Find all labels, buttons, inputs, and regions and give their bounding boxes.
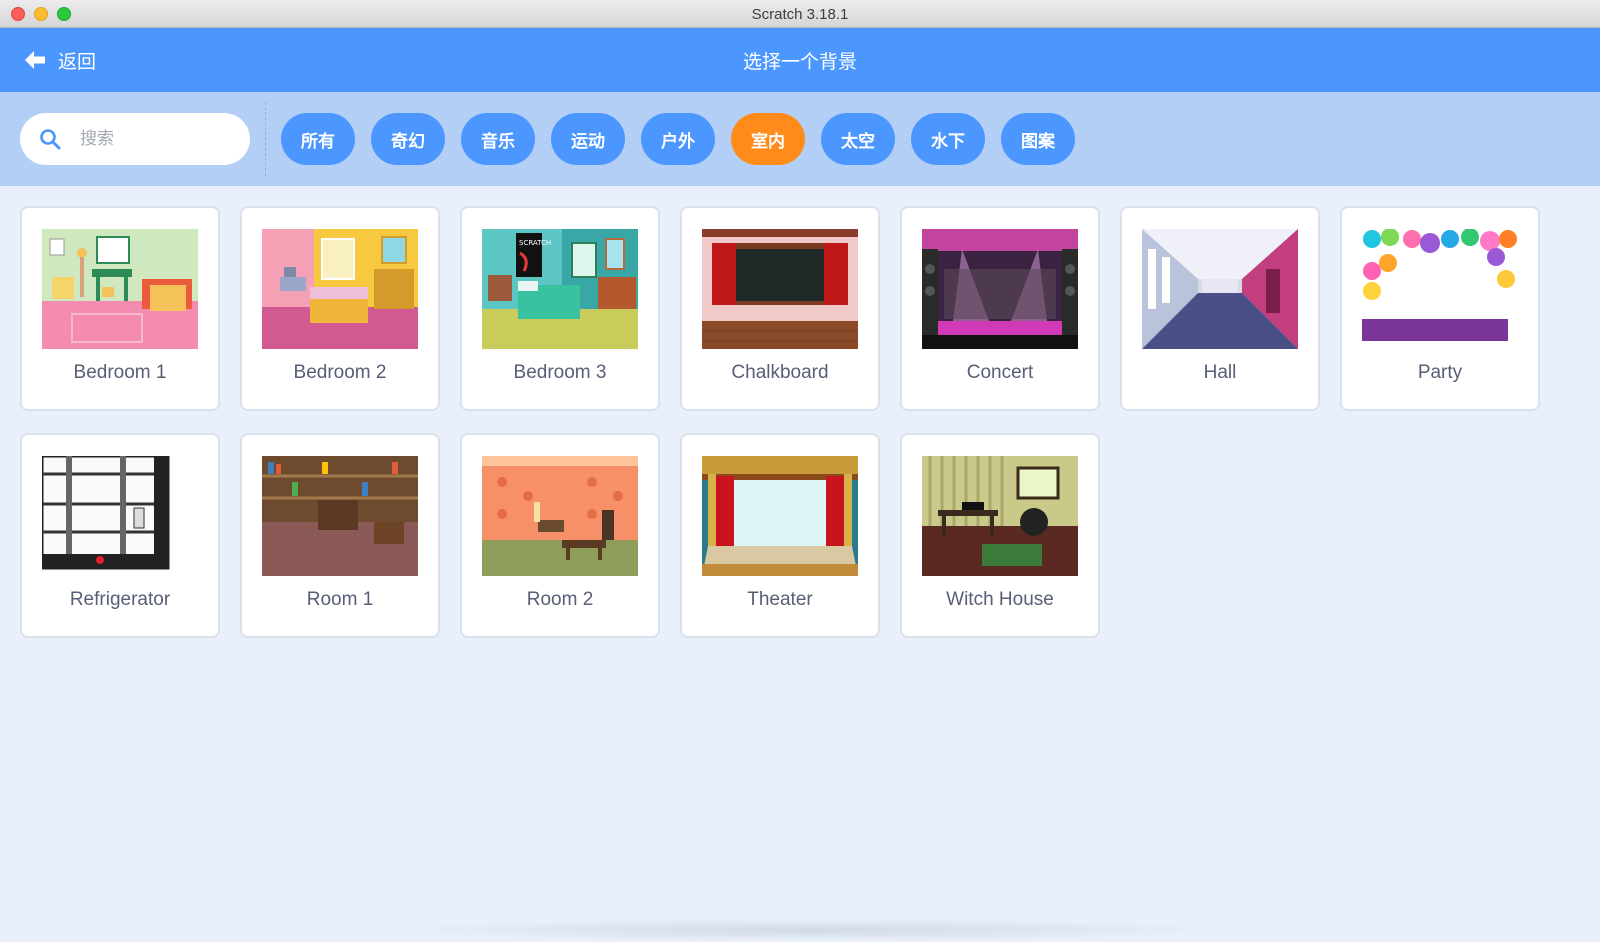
backdrop-name: Refrigerator [69, 589, 171, 610]
filter-bar: 所有 奇幻 音乐 运动 户外 室内 太空 水下 图案 [0, 92, 1600, 186]
backdrop-card-witch-house[interactable]: Witch House [900, 433, 1100, 638]
backdrop-name: Bedroom 3 [513, 362, 607, 383]
refrigerator-thumbnail [42, 456, 198, 576]
tag-space[interactable]: 太空 [821, 113, 895, 165]
backdrop-name: Party [1417, 362, 1463, 383]
concert-thumbnail [922, 229, 1078, 349]
backdrop-name: Bedroom 2 [293, 362, 387, 383]
backdrop-name: Room 1 [306, 589, 374, 610]
room-1-thumbnail [262, 456, 418, 576]
search-input[interactable] [80, 129, 220, 149]
bedroom-3-thumbnail: SCRATCH [482, 229, 638, 349]
bedroom-1-thumbnail [42, 229, 198, 349]
backdrop-card-bedroom-2[interactable]: Bedroom 2 [240, 206, 440, 411]
tag-fantasy[interactable]: 奇幻 [371, 113, 445, 165]
backdrop-name: Theater [747, 589, 813, 610]
filter-divider [265, 102, 266, 176]
window-titlebar: Scratch 3.18.1 [0, 0, 1600, 28]
tag-outdoors[interactable]: 户外 [641, 113, 715, 165]
bottom-shadow [380, 918, 1240, 942]
backdrop-card-refrigerator[interactable]: Refrigerator [20, 433, 220, 638]
backdrop-card-room-1[interactable]: Room 1 [240, 433, 440, 638]
chalkboard-thumbnail [702, 229, 858, 349]
hall-thumbnail [1142, 229, 1298, 349]
backdrop-grid: Bedroom 1 Bedroom 2 SCRATCH Bedroom 3 Ch… [20, 206, 1540, 638]
backdrop-card-bedroom-3[interactable]: SCRATCH Bedroom 3 [460, 206, 660, 411]
backdrop-name: Room 2 [526, 589, 594, 610]
party-thumbnail [1362, 229, 1518, 349]
page-title: 选择一个背景 [742, 51, 857, 73]
backdrop-card-chalkboard[interactable]: Chalkboard [680, 206, 880, 411]
tag-sports[interactable]: 运动 [551, 113, 625, 165]
backdrop-card-party[interactable]: Party [1340, 206, 1540, 411]
backdrop-name: Witch House [946, 589, 1054, 610]
library-header: 返回 选择一个背景 [0, 28, 1600, 92]
window-title: Scratch 3.18.1 [751, 6, 849, 23]
svg-text:SCRATCH: SCRATCH [519, 239, 551, 247]
backdrop-card-room-2[interactable]: Room 2 [460, 433, 660, 638]
theater-thumbnail [702, 456, 858, 576]
tag-all[interactable]: 所有 [281, 113, 355, 165]
backdrop-card-bedroom-1[interactable]: Bedroom 1 [20, 206, 220, 411]
witch-house-thumbnail [922, 456, 1078, 576]
backdrop-name: Bedroom 1 [73, 362, 167, 383]
tag-underwater[interactable]: 水下 [911, 113, 985, 165]
search-box[interactable] [20, 113, 250, 165]
backdrop-name: Chalkboard [731, 362, 829, 383]
backdrop-card-hall[interactable]: Hall [1120, 206, 1320, 411]
search-icon [40, 129, 61, 150]
tag-patterns[interactable]: 图案 [1001, 113, 1075, 165]
tag-indoors[interactable]: 室内 [731, 113, 805, 165]
backdrop-name: Hall [1203, 362, 1237, 383]
backdrop-card-theater[interactable]: Theater [680, 433, 880, 638]
bedroom-2-thumbnail [262, 229, 418, 349]
backdrop-name: Concert [966, 362, 1034, 383]
room-2-thumbnail [482, 456, 638, 576]
tag-list: 所有 奇幻 音乐 运动 户外 室内 太空 水下 图案 [281, 113, 1075, 165]
tag-music[interactable]: 音乐 [461, 113, 535, 165]
backdrop-card-concert[interactable]: Concert [900, 206, 1100, 411]
